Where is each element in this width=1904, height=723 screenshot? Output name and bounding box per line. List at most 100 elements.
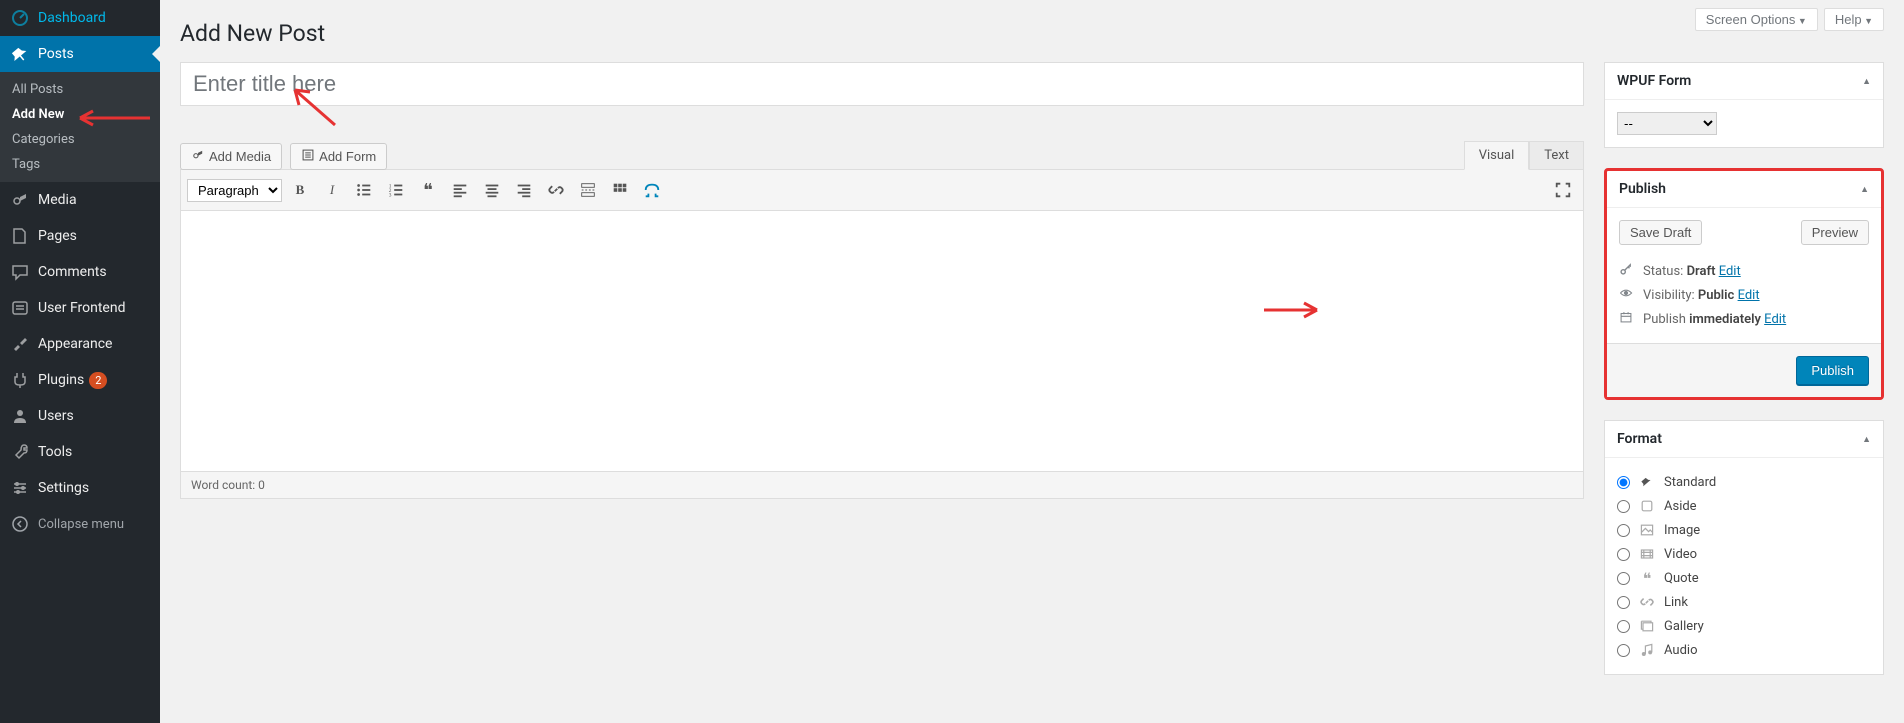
plugins-icon bbox=[10, 370, 30, 390]
dashboard-icon bbox=[10, 8, 30, 28]
appearance-icon bbox=[10, 334, 30, 354]
toggle-icon[interactable]: ▲ bbox=[1862, 76, 1871, 87]
page-title: Add New Post bbox=[180, 20, 1884, 47]
sidebar-label: Appearance bbox=[38, 336, 112, 352]
numbered-list-button[interactable]: 123 bbox=[382, 176, 410, 204]
user-frontend-icon bbox=[10, 298, 30, 318]
sidebar-item-user-frontend[interactable]: User Frontend bbox=[0, 290, 160, 326]
save-draft-button[interactable]: Save Draft bbox=[1619, 220, 1702, 245]
collapse-menu[interactable]: Collapse menu bbox=[0, 506, 160, 542]
format-box: Format ▲ Standard Aside Image Video ❝Quo… bbox=[1604, 420, 1884, 675]
format-radio-standard[interactable] bbox=[1617, 476, 1630, 489]
sidebar-item-dashboard[interactable]: Dashboard bbox=[0, 0, 160, 36]
sidebar-item-tools[interactable]: Tools bbox=[0, 434, 160, 470]
screen-options-tab[interactable]: Screen Options bbox=[1695, 8, 1818, 31]
admin-sidebar: Dashboard Posts All Posts Add New Catego… bbox=[0, 0, 160, 723]
video-icon bbox=[1638, 545, 1656, 563]
add-form-button[interactable]: Add Form bbox=[290, 143, 387, 170]
align-center-button[interactable] bbox=[478, 176, 506, 204]
sidebar-label: Media bbox=[38, 192, 77, 208]
publish-title: Publish bbox=[1619, 181, 1666, 197]
add-media-button[interactable]: Add Media bbox=[180, 143, 282, 170]
image-icon bbox=[1638, 521, 1656, 539]
format-radio-link[interactable] bbox=[1617, 596, 1630, 609]
sidebar-label: Posts bbox=[38, 46, 74, 62]
sidebar-item-comments[interactable]: Comments bbox=[0, 254, 160, 290]
format-label: Image bbox=[1664, 523, 1700, 538]
sidebar-item-media[interactable]: Media bbox=[0, 182, 160, 218]
readmore-button[interactable] bbox=[574, 176, 602, 204]
publish-button[interactable]: Publish bbox=[1796, 356, 1869, 385]
sidebar-item-pages[interactable]: Pages bbox=[0, 218, 160, 254]
format-label: Video bbox=[1664, 547, 1697, 562]
wpuf-title: WPUF Form bbox=[1617, 73, 1691, 89]
format-label: Standard bbox=[1664, 475, 1716, 490]
sidebar-item-appearance[interactable]: Appearance bbox=[0, 326, 160, 362]
format-title: Format bbox=[1617, 431, 1662, 447]
bullet-list-button[interactable] bbox=[350, 176, 378, 204]
toggle-icon[interactable]: ▲ bbox=[1862, 434, 1871, 445]
wpuf-form-select[interactable]: -- bbox=[1617, 112, 1717, 135]
format-radio-gallery[interactable] bbox=[1617, 620, 1630, 633]
quote-icon: ❝ bbox=[1638, 569, 1656, 587]
sidebar-label: Users bbox=[38, 408, 74, 424]
paragraph-select[interactable]: Paragraph bbox=[187, 179, 282, 202]
editor: Paragraph B I 123 ❝ Word bbox=[180, 169, 1584, 499]
distraction-free-button[interactable] bbox=[638, 176, 666, 204]
format-radio-aside[interactable] bbox=[1617, 500, 1630, 513]
sidebar-label: Settings bbox=[38, 480, 89, 496]
help-tab[interactable]: Help bbox=[1824, 8, 1884, 31]
settings-icon bbox=[10, 478, 30, 498]
sidebar-label: User Frontend bbox=[38, 300, 125, 316]
format-label: Link bbox=[1664, 595, 1688, 610]
format-label: Aside bbox=[1664, 499, 1697, 514]
link-icon bbox=[1638, 593, 1656, 611]
tools-icon bbox=[10, 442, 30, 462]
collapse-label: Collapse menu bbox=[38, 517, 124, 532]
media-icon bbox=[10, 190, 30, 210]
publish-box: Publish ▲ Save Draft Preview Status: Dra… bbox=[1604, 168, 1884, 400]
sidebar-label: Plugins bbox=[38, 372, 84, 388]
blockquote-button[interactable]: ❝ bbox=[414, 176, 442, 204]
sidebar-label: Tools bbox=[38, 444, 72, 460]
toolbar-toggle-button[interactable] bbox=[606, 176, 634, 204]
align-right-button[interactable] bbox=[510, 176, 538, 204]
camera-icon bbox=[191, 148, 205, 165]
visual-tab[interactable]: Visual bbox=[1464, 141, 1530, 170]
format-radio-image[interactable] bbox=[1617, 524, 1630, 537]
gallery-icon bbox=[1638, 617, 1656, 635]
toggle-icon[interactable]: ▲ bbox=[1860, 184, 1869, 195]
link-button[interactable] bbox=[542, 176, 570, 204]
format-radio-quote[interactable] bbox=[1617, 572, 1630, 585]
format-label: Audio bbox=[1664, 643, 1697, 658]
svg-text:3: 3 bbox=[389, 192, 392, 198]
editor-body[interactable] bbox=[181, 211, 1583, 471]
sidebar-item-posts[interactable]: Posts bbox=[0, 36, 160, 72]
submenu-all-posts[interactable]: All Posts bbox=[0, 77, 160, 102]
post-title-input[interactable] bbox=[180, 62, 1584, 106]
sidebar-label: Dashboard bbox=[38, 10, 106, 26]
sidebar-label: Pages bbox=[38, 228, 77, 244]
format-radio-video[interactable] bbox=[1617, 548, 1630, 561]
format-radio-audio[interactable] bbox=[1617, 644, 1630, 657]
preview-button[interactable]: Preview bbox=[1801, 220, 1869, 245]
italic-button[interactable]: I bbox=[318, 176, 346, 204]
word-count: Word count: 0 bbox=[181, 471, 1583, 498]
text-tab[interactable]: Text bbox=[1529, 141, 1584, 170]
sidebar-item-settings[interactable]: Settings bbox=[0, 470, 160, 506]
sidebar-item-plugins[interactable]: Plugins 2 bbox=[0, 362, 160, 398]
key-icon bbox=[1619, 262, 1635, 280]
edit-visibility-link[interactable]: Edit bbox=[1738, 288, 1760, 303]
submenu-tags[interactable]: Tags bbox=[0, 152, 160, 177]
submenu-categories[interactable]: Categories bbox=[0, 127, 160, 152]
align-left-button[interactable] bbox=[446, 176, 474, 204]
edit-date-link[interactable]: Edit bbox=[1764, 312, 1786, 327]
collapse-icon bbox=[10, 514, 30, 534]
submenu-add-new[interactable]: Add New bbox=[0, 102, 160, 127]
pages-icon bbox=[10, 226, 30, 246]
fullscreen-button[interactable] bbox=[1549, 176, 1577, 204]
posts-submenu: All Posts Add New Categories Tags bbox=[0, 72, 160, 182]
bold-button[interactable]: B bbox=[286, 176, 314, 204]
edit-status-link[interactable]: Edit bbox=[1719, 264, 1741, 279]
sidebar-item-users[interactable]: Users bbox=[0, 398, 160, 434]
